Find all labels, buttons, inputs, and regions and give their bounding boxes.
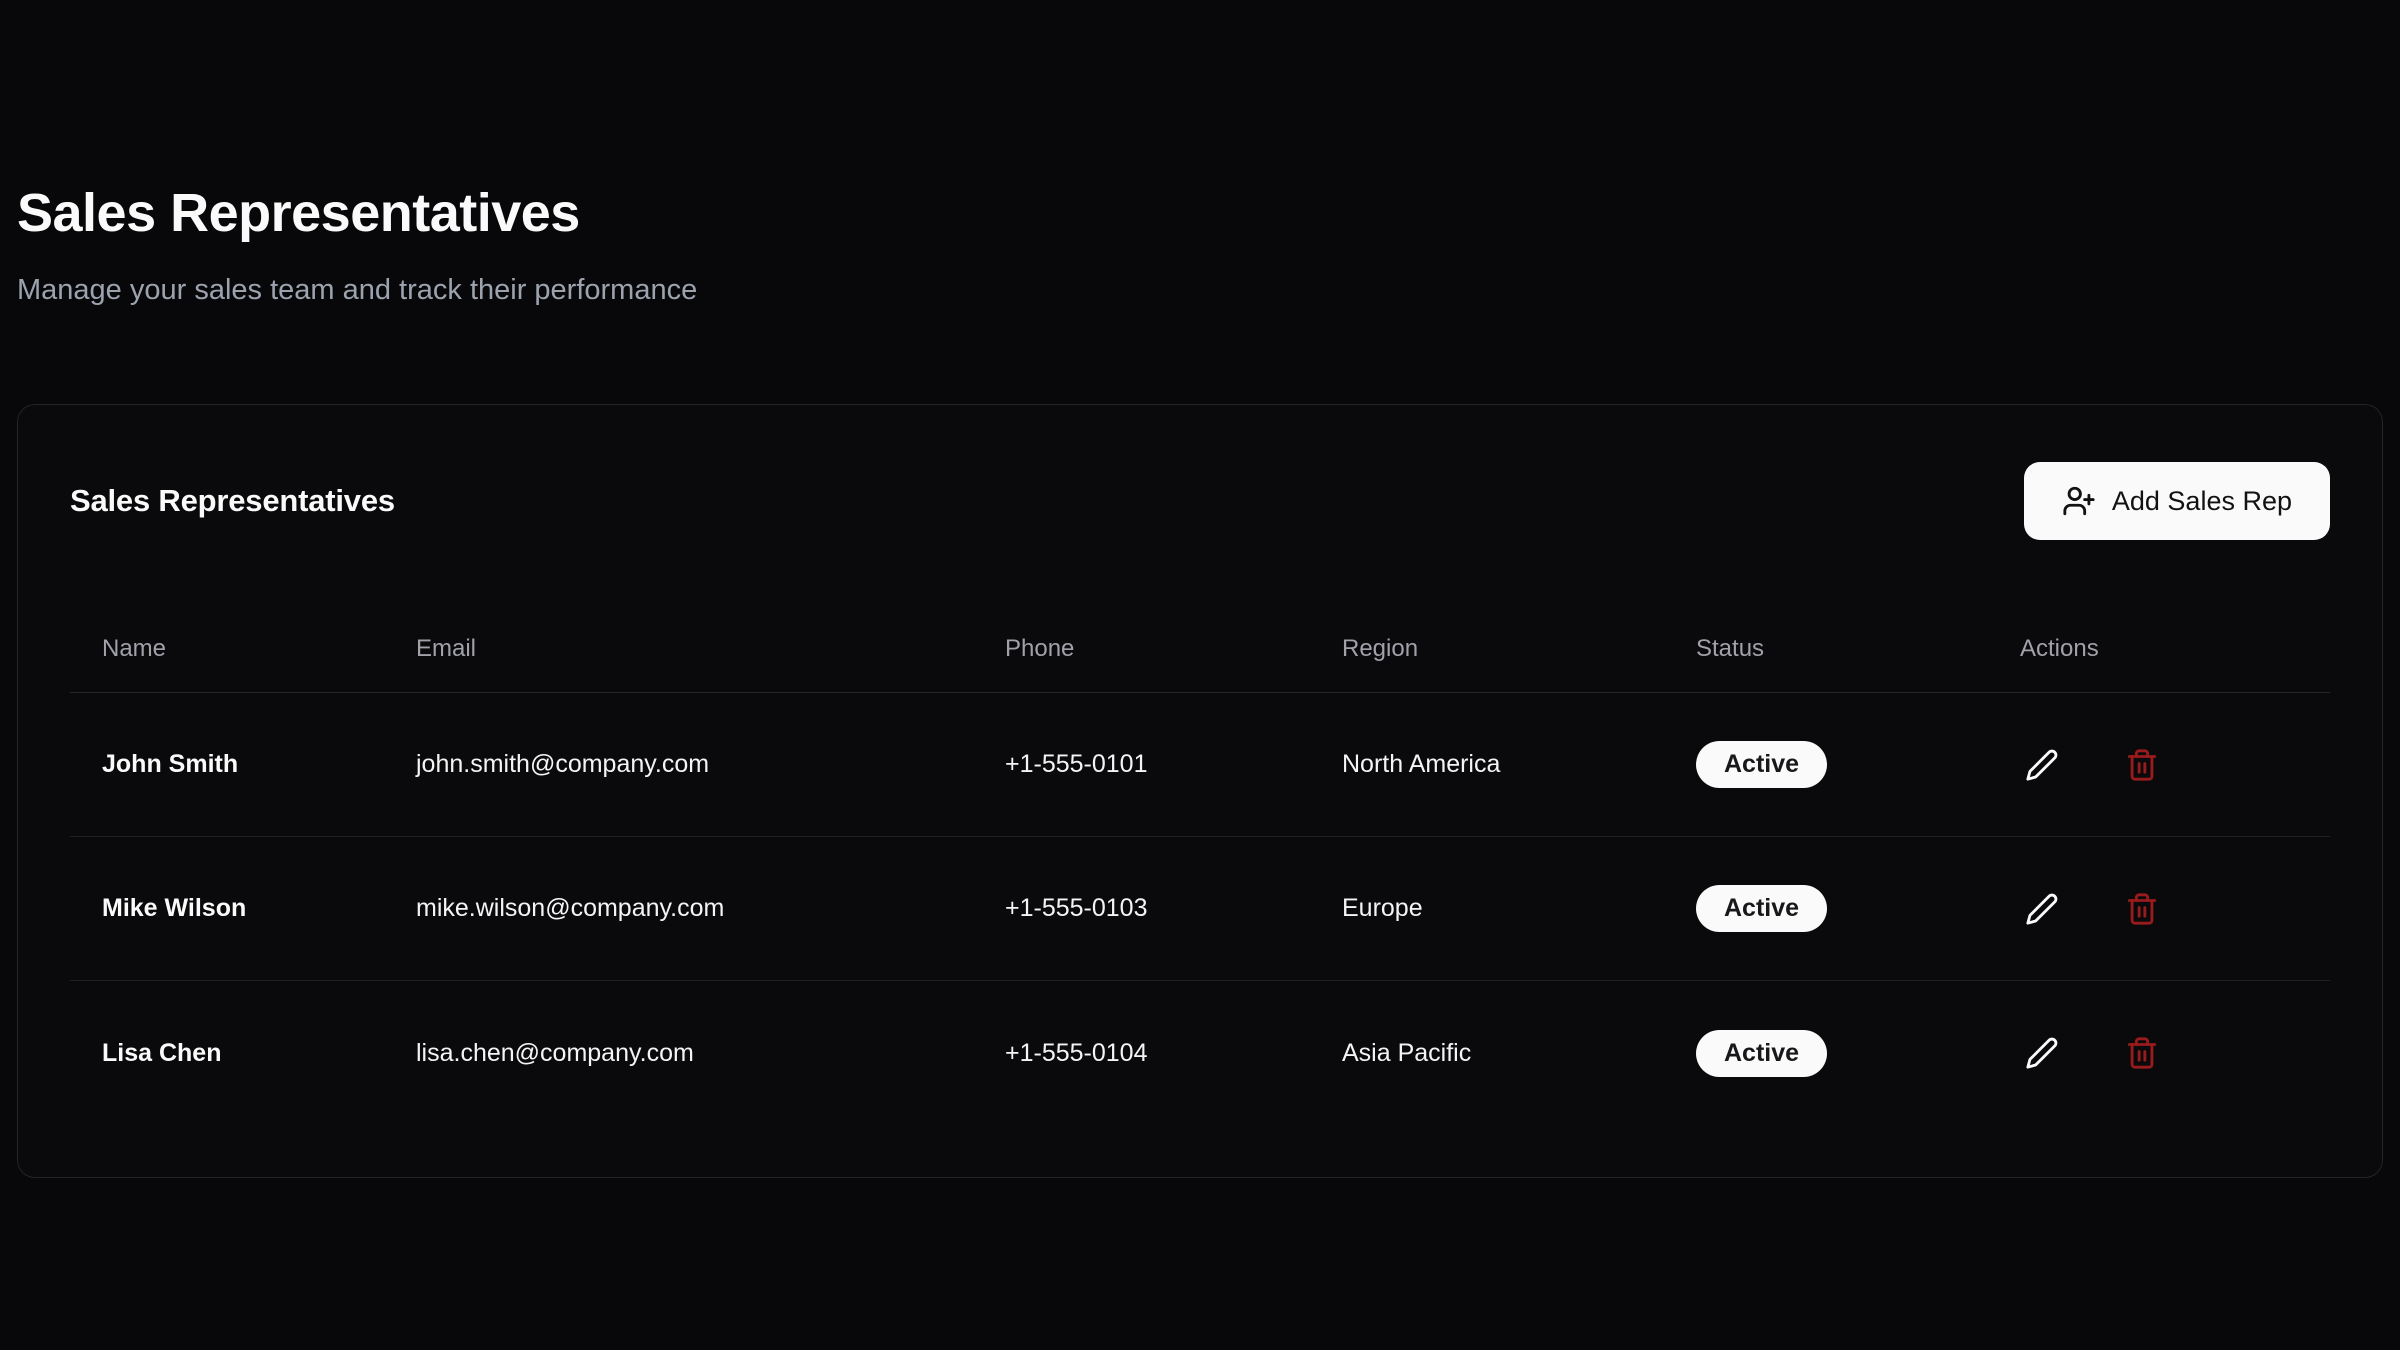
card-header: Sales Representatives Add Sales Rep (70, 461, 2330, 541)
card-title: Sales Representatives (70, 483, 395, 519)
cell-name: John Smith (70, 750, 384, 779)
page-subtitle: Manage your sales team and track their p… (17, 272, 2383, 308)
add-sales-rep-button[interactable]: Add Sales Rep (2024, 462, 2330, 540)
cell-region: Europe (1310, 894, 1664, 923)
column-header-region: Region (1310, 635, 1664, 663)
cell-name: Lisa Chen (70, 1039, 384, 1068)
table-header-row: Name Email Phone Region Status Actions (70, 605, 2330, 693)
delete-button[interactable] (2120, 887, 2164, 931)
trash-icon (2125, 892, 2159, 926)
cell-region: Asia Pacific (1310, 1039, 1664, 1068)
cell-region: North America (1310, 750, 1664, 779)
cell-phone: +1-555-0104 (973, 1039, 1310, 1068)
trash-icon (2125, 1036, 2159, 1070)
cell-phone: +1-555-0103 (973, 894, 1310, 923)
cell-actions (1988, 743, 2330, 787)
cell-phone: +1-555-0101 (973, 750, 1310, 779)
status-badge: Active (1696, 885, 1827, 932)
status-badge: Active (1696, 741, 1827, 788)
cell-email: lisa.chen@company.com (384, 1039, 973, 1068)
sales-reps-page: Sales Representatives Manage your sales … (0, 0, 2400, 1178)
table-row: John Smith john.smith@company.com +1-555… (70, 693, 2330, 837)
trash-icon (2125, 748, 2159, 782)
user-plus-icon (2062, 484, 2096, 518)
delete-button[interactable] (2120, 743, 2164, 787)
sales-reps-card: Sales Representatives Add Sales Rep Name… (17, 404, 2383, 1178)
cell-actions (1988, 887, 2330, 931)
cell-email: mike.wilson@company.com (384, 894, 973, 923)
column-header-status: Status (1664, 635, 1988, 663)
sales-reps-table: Name Email Phone Region Status Actions J… (70, 605, 2330, 1125)
pencil-icon (2025, 1036, 2059, 1070)
pencil-icon (2025, 748, 2059, 782)
column-header-email: Email (384, 635, 973, 663)
page-title: Sales Representatives (17, 180, 2383, 246)
add-sales-rep-button-label: Add Sales Rep (2112, 486, 2292, 517)
cell-name: Mike Wilson (70, 894, 384, 923)
cell-status: Active (1664, 885, 1988, 932)
edit-button[interactable] (2020, 887, 2064, 931)
edit-button[interactable] (2020, 1031, 2064, 1075)
table-row: Lisa Chen lisa.chen@company.com +1-555-0… (70, 981, 2330, 1125)
cell-status: Active (1664, 741, 1988, 788)
cell-actions (1988, 1031, 2330, 1075)
cell-status: Active (1664, 1030, 1988, 1077)
table-row: Mike Wilson mike.wilson@company.com +1-5… (70, 837, 2330, 981)
delete-button[interactable] (2120, 1031, 2164, 1075)
edit-button[interactable] (2020, 743, 2064, 787)
cell-email: john.smith@company.com (384, 750, 973, 779)
status-badge: Active (1696, 1030, 1827, 1077)
column-header-phone: Phone (973, 635, 1310, 663)
column-header-actions: Actions (1988, 635, 2330, 663)
column-header-name: Name (70, 635, 384, 663)
pencil-icon (2025, 892, 2059, 926)
